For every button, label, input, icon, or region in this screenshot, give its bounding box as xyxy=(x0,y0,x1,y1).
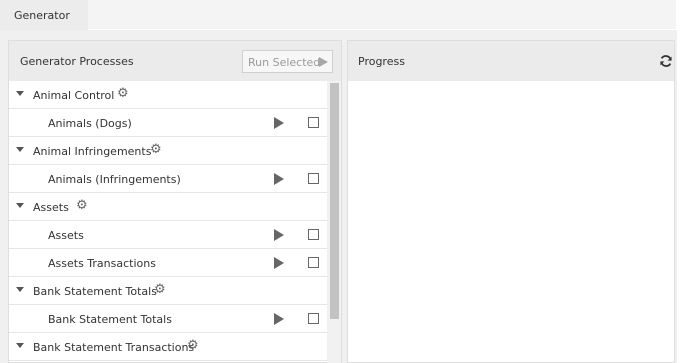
process-label: Bank Statement Totals xyxy=(48,313,172,326)
group-row[interactable]: Animal Control ⚙ xyxy=(9,81,327,109)
group-label: Bank Statement Transactions xyxy=(33,341,195,354)
caret-down-icon[interactable] xyxy=(16,287,24,292)
play-icon[interactable] xyxy=(274,173,284,185)
gear-icon[interactable]: ⚙ xyxy=(154,283,168,297)
group-row[interactable]: Bank Statement Transactions ⚙ xyxy=(9,333,327,361)
gear-icon[interactable]: ⚙ xyxy=(117,87,131,101)
process-label: Assets xyxy=(48,229,84,242)
play-icon[interactable] xyxy=(274,229,284,241)
progress-panel: Progress xyxy=(347,40,675,363)
process-label: Animals (Dogs) xyxy=(48,117,132,130)
process-checkbox[interactable] xyxy=(308,257,319,268)
process-label: Animals (Infringements) xyxy=(48,173,181,186)
process-checkbox[interactable] xyxy=(308,229,319,240)
process-row: Assets Transactions xyxy=(9,249,327,277)
progress-header: Progress xyxy=(348,41,674,81)
process-checkbox[interactable] xyxy=(308,313,319,324)
process-row: Animals (Infringements) xyxy=(9,165,327,193)
group-label: Animal Infringements xyxy=(33,145,152,158)
generator-processes-header: Generator Processes Run Selected xyxy=(9,41,341,81)
gear-icon[interactable]: ⚙ xyxy=(187,339,201,353)
gear-icon[interactable]: ⚙ xyxy=(76,199,90,213)
group-row[interactable]: Animal Infringements ⚙ xyxy=(9,137,327,165)
panel-title: Progress xyxy=(358,55,405,68)
play-icon[interactable] xyxy=(274,117,284,129)
refresh-icon[interactable] xyxy=(659,54,673,68)
process-list-scrollbar[interactable] xyxy=(327,81,341,363)
group-label: Bank Statement Totals xyxy=(33,285,157,298)
caret-down-icon[interactable] xyxy=(16,343,24,348)
caret-down-icon[interactable] xyxy=(16,203,24,208)
run-selected-label: Run Selected xyxy=(248,56,321,69)
play-icon[interactable] xyxy=(274,313,284,325)
tab-strip: Generator xyxy=(0,0,688,30)
tab-strip-background xyxy=(88,0,676,29)
run-selected-button[interactable]: Run Selected xyxy=(242,50,333,73)
tab-generator[interactable]: Generator xyxy=(0,0,88,30)
group-label: Assets xyxy=(33,201,69,214)
process-checkbox[interactable] xyxy=(308,117,319,128)
process-row: Animals (Dogs) xyxy=(9,109,327,137)
process-label: Assets Transactions xyxy=(48,257,156,270)
panel-title: Generator Processes xyxy=(20,55,134,68)
generator-processes-panel: Generator Processes Run Selected Animal … xyxy=(8,40,342,363)
play-icon xyxy=(319,57,328,67)
group-label: Animal Control xyxy=(33,89,115,102)
tab-generator-label: Generator xyxy=(14,9,70,22)
process-row: Bank Statement Totals xyxy=(9,305,327,333)
process-row: Assets xyxy=(9,221,327,249)
group-row[interactable]: Bank Statement Totals ⚙ xyxy=(9,277,327,305)
caret-down-icon[interactable] xyxy=(16,91,24,96)
process-checkbox[interactable] xyxy=(308,173,319,184)
group-row[interactable]: Assets ⚙ xyxy=(9,193,327,221)
scrollbar-thumb[interactable] xyxy=(330,83,339,319)
play-icon[interactable] xyxy=(274,257,284,269)
process-list: Animal Control ⚙ Animals (Dogs) Animal I… xyxy=(9,81,327,363)
caret-down-icon[interactable] xyxy=(16,147,24,152)
gear-icon[interactable]: ⚙ xyxy=(150,143,164,157)
